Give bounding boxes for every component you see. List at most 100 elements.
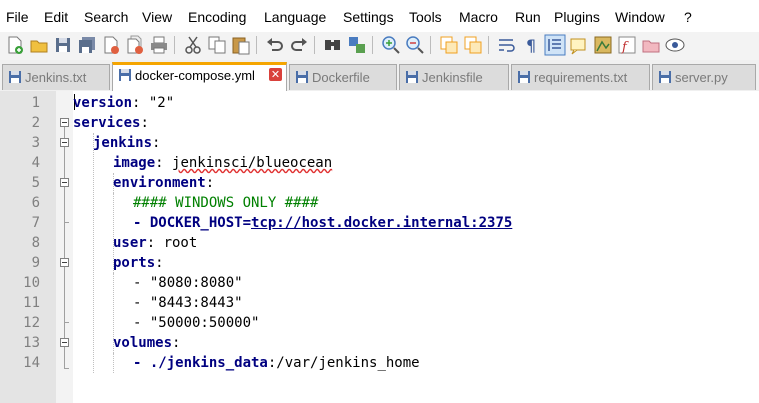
yaml-value: jenkinsci/blueocean <box>172 155 333 171</box>
code-line-14: - ./jenkins_data:/var/jenkins_home <box>133 353 420 373</box>
function-list-icon[interactable]: f <box>616 34 638 56</box>
new-file-icon[interactable] <box>4 34 26 56</box>
tab-label: docker-compose.yml <box>135 68 255 83</box>
yaml-key: ./jenkins_data <box>149 355 268 371</box>
yaml-colon: : <box>155 155 173 171</box>
tab-jenkins-txt[interactable]: Jenkins.txt <box>2 64 110 90</box>
code-line-1: version: "2" <box>73 93 174 113</box>
line-number: 10 <box>23 275 40 291</box>
yaml-list-value: - "50000:50000" <box>133 315 260 331</box>
line-number: 9 <box>31 255 40 271</box>
menu-view[interactable]: View <box>142 8 172 26</box>
save-state-icon <box>119 69 131 81</box>
yaml-value: : <box>155 255 164 271</box>
menu-search[interactable]: Search <box>84 8 128 26</box>
menu-encoding[interactable]: Encoding <box>188 8 246 26</box>
menu-macro[interactable]: Macro <box>459 8 498 26</box>
monitoring-icon[interactable] <box>664 34 686 56</box>
tab-docker-compose[interactable]: docker-compose.yml ✕ <box>112 62 287 91</box>
tab-label: server.py <box>675 70 728 85</box>
code-line-2: services: <box>73 113 149 133</box>
menu-file[interactable]: File <box>6 8 29 26</box>
yaml-value: : <box>152 135 161 151</box>
yaml-key: ports <box>113 255 156 271</box>
yaml-url-value[interactable]: tcp://host.docker.internal:2375 <box>251 215 512 231</box>
yaml-comment: #### WINDOWS ONLY #### <box>133 195 319 211</box>
zoom-in-icon[interactable] <box>380 34 402 56</box>
tab-bar: Jenkins.txt docker-compose.yml ✕ Dockerf… <box>0 60 759 92</box>
show-all-chars-icon[interactable]: ¶ <box>520 34 542 56</box>
yaml-value: : <box>205 175 215 191</box>
undo-icon[interactable] <box>264 34 286 56</box>
menu-tools[interactable]: Tools <box>409 8 442 26</box>
code-line-10: - "8080:8080" <box>133 273 243 293</box>
doc-map-icon[interactable] <box>592 34 614 56</box>
redo-icon[interactable] <box>288 34 310 56</box>
fold-toggle-jenkins[interactable] <box>60 138 69 147</box>
zoom-out-icon[interactable] <box>404 34 426 56</box>
save-all-icon[interactable] <box>76 34 98 56</box>
print-icon[interactable] <box>148 34 170 56</box>
line-number: 8 <box>31 235 40 251</box>
yaml-key: image <box>113 155 156 171</box>
close-tab-icon[interactable]: ✕ <box>269 68 282 81</box>
menu-edit[interactable]: Edit <box>44 8 68 26</box>
yaml-key: volumes <box>113 335 173 351</box>
fold-toggle-services[interactable] <box>60 118 69 127</box>
paste-icon[interactable] <box>230 34 252 56</box>
line-number: 13 <box>23 335 40 351</box>
menu-help[interactable]: ? <box>684 8 692 26</box>
line-number: 6 <box>31 195 40 211</box>
yaml-value: : <box>140 115 149 131</box>
line-number: 12 <box>23 315 40 331</box>
save-icon[interactable] <box>52 34 74 56</box>
code-editor[interactable]: version: "2" services: jenkins: image: j… <box>73 91 759 403</box>
code-line-5: environment: <box>113 173 214 193</box>
menu-window[interactable]: Window <box>615 8 665 26</box>
copy-icon[interactable] <box>206 34 228 56</box>
tab-label: requirements.txt <box>534 70 628 85</box>
find-icon[interactable] <box>322 34 344 56</box>
tab-dockerfile[interactable]: Dockerfile <box>289 64 397 90</box>
word-wrap-icon[interactable] <box>496 34 518 56</box>
line-number: 11 <box>23 295 40 311</box>
toolbar: ¶ f <box>0 32 759 60</box>
menu-settings[interactable]: Settings <box>343 8 394 26</box>
yaml-value: : root <box>146 235 198 251</box>
save-state-icon <box>9 71 21 83</box>
line-number: 5 <box>31 175 40 191</box>
menu-plugins[interactable]: Plugins <box>554 8 600 26</box>
code-line-6: #### WINDOWS ONLY #### <box>133 193 318 213</box>
menu-language[interactable]: Language <box>264 8 326 26</box>
fold-toggle-volumes[interactable] <box>60 338 69 347</box>
close-all-icon[interactable] <box>124 34 146 56</box>
tab-jenkinsfile[interactable]: Jenkinsfile <box>399 64 509 90</box>
line-number: 14 <box>23 355 40 371</box>
tab-label: Jenkinsfile <box>422 70 483 85</box>
cut-icon[interactable] <box>182 34 204 56</box>
tab-requirements[interactable]: requirements.txt <box>511 64 650 90</box>
open-file-icon[interactable] <box>28 34 50 56</box>
fold-toggle-ports[interactable] <box>60 258 69 267</box>
user-language-icon[interactable] <box>568 34 590 56</box>
save-state-icon <box>659 71 671 83</box>
menu-bar: File Edit Search View Encoding Language … <box>0 0 759 32</box>
menu-run[interactable]: Run <box>515 8 541 26</box>
sync-horizontal-icon[interactable] <box>462 34 484 56</box>
line-number-gutter: 1 2 3 4 5 6 7 8 9 10 11 12 13 14 <box>0 91 56 403</box>
folder-workspace-icon[interactable] <box>640 34 662 56</box>
tab-server-py[interactable]: server.py <box>652 64 756 90</box>
replace-icon[interactable] <box>346 34 368 56</box>
yaml-dash: - <box>133 215 150 231</box>
yaml-key: user <box>113 235 147 251</box>
close-icon[interactable] <box>100 34 122 56</box>
indent-guide-icon[interactable] <box>544 34 566 56</box>
line-number: 4 <box>31 155 40 171</box>
code-line-4: image: jenkinsci/blueocean <box>113 153 332 173</box>
sync-vertical-icon[interactable] <box>438 34 460 56</box>
fold-toggle-environment[interactable] <box>60 178 69 187</box>
code-line-8: user: root <box>113 233 197 253</box>
code-line-11: - "8443:8443" <box>133 293 243 313</box>
line-number: 2 <box>31 115 40 131</box>
tab-label: Jenkins.txt <box>25 70 87 85</box>
